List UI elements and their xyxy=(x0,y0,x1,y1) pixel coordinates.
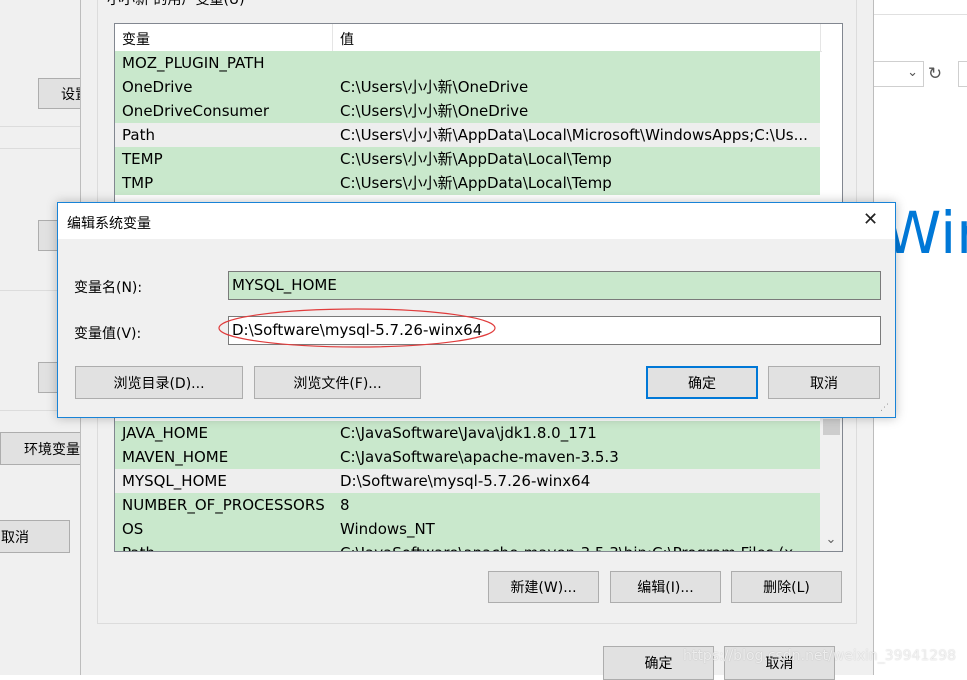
header-divider xyxy=(332,24,333,51)
variable-name-label: 变量名(N): xyxy=(74,280,143,296)
table-header: 变量 值 xyxy=(115,24,822,52)
user-vars-title: 小小新 的用户变量(U) xyxy=(105,0,247,9)
new-button[interactable]: 新建(W)... xyxy=(488,571,599,603)
edit-cancel-button[interactable]: 取消 xyxy=(768,366,880,399)
chevron-down-icon: ⌄ xyxy=(907,65,918,80)
edit-button[interactable]: 编辑(I)... xyxy=(610,571,721,603)
table-row[interactable]: NUMBER_OF_PROCESSORS 8 xyxy=(115,493,820,517)
refresh-icon[interactable]: ↻ xyxy=(924,61,946,87)
table-row[interactable]: Path C:\Users\小小新\AppData\Local\Microsoft… xyxy=(115,123,820,147)
table-row[interactable]: MYSQL_HOME D:\Software\mysql-5.7.26-winx6… xyxy=(115,469,820,493)
right-window-top-line xyxy=(872,14,967,15)
user-vars-table[interactable]: 变量 值 MOZ_PLUGIN_PATH OneDrive C:\Users\小小… xyxy=(114,23,843,203)
scroll-down-icon[interactable]: ⌄ xyxy=(820,531,842,549)
address-dropdown[interactable]: ⌄ xyxy=(872,61,924,87)
table-row[interactable]: MOZ_PLUGIN_PATH xyxy=(115,51,820,75)
user-rows: MOZ_PLUGIN_PATH OneDrive C:\Users\小小新\One… xyxy=(115,51,820,202)
table-row[interactable]: PathC:\JavaSoftware\apache-maven-3.5.3\b… xyxy=(115,541,820,551)
search-box[interactable] xyxy=(958,61,967,87)
table-row[interactable]: OS Windows_NT xyxy=(115,517,820,541)
scrollbar-thumb[interactable] xyxy=(823,419,840,435)
windows-logo-text: Wir xyxy=(884,199,967,267)
background-cancel-button[interactable]: 取消 xyxy=(0,520,70,553)
table-row[interactable]: JAVA_HOME C:\JavaSoftware\Java\jdk1.8.0_1… xyxy=(115,421,820,445)
table-row[interactable]: MAVEN_HOME C:\JavaSoftware\apache-maven-3… xyxy=(115,445,820,469)
table-row[interactable]: OneDriveConsumer C:\Users\小小新\OneDrive xyxy=(115,99,820,123)
header-divider xyxy=(820,24,821,51)
header-variable[interactable]: 变量 xyxy=(122,29,150,49)
variable-name-field[interactable]: MYSQL_HOME xyxy=(228,271,881,300)
browse-directory-button[interactable]: 浏览目录(D)... xyxy=(75,366,243,399)
background-divider xyxy=(0,126,80,127)
delete-button[interactable]: 删除(L) xyxy=(731,571,842,603)
system-rows: JAVA_HOME C:\JavaSoftware\Java\jdk1.8.0_1… xyxy=(115,421,820,551)
browse-file-button[interactable]: 浏览文件(F)... xyxy=(254,366,421,399)
table-row[interactable]: TEMP C:\Users\小小新\AppData\Local\Temp xyxy=(115,147,820,171)
edit-variable-dialog: 编辑系统变量 ✕ 变量名(N): MYSQL_HOME 变量值(V): D:\S… xyxy=(57,202,896,418)
resize-grip-icon[interactable]: ⋰ xyxy=(880,403,889,413)
header-value[interactable]: 值 xyxy=(340,29,354,49)
watermark: https://blog.csdn.net/weixin_39941298 xyxy=(683,648,957,664)
table-row[interactable]: OneDrive C:\Users\小小新\OneDrive xyxy=(115,75,820,99)
table-row[interactable]: TMP C:\Users\小小新\AppData\Local\Temp xyxy=(115,171,820,195)
annotation-ellipse xyxy=(218,308,496,348)
edit-ok-button[interactable]: 确定 xyxy=(646,366,758,399)
dialog-title: 编辑系统变量 xyxy=(67,216,151,232)
close-icon[interactable]: ✕ xyxy=(863,209,878,230)
variable-value-label: 变量值(V): xyxy=(74,326,142,342)
dialog-titlebar[interactable]: 编辑系统变量 ✕ xyxy=(58,203,895,239)
background-divider xyxy=(0,148,80,149)
